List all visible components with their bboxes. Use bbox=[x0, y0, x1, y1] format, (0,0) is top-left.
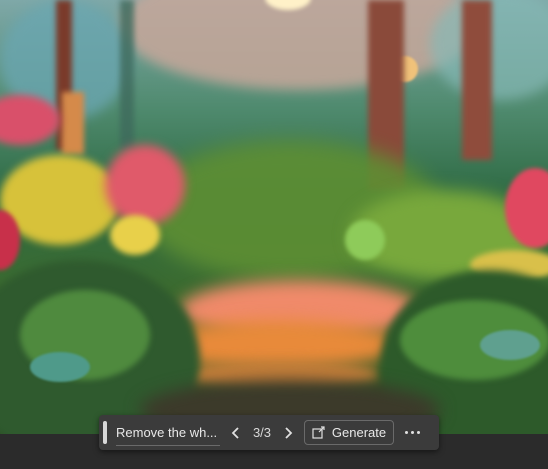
next-variation-button[interactable] bbox=[277, 420, 299, 446]
prompt-input[interactable]: Remove the wh... bbox=[116, 420, 220, 446]
contextual-taskbar: Remove the wh... 3/3 Generate bbox=[99, 415, 439, 450]
chevron-right-icon bbox=[285, 426, 293, 439]
generate-button[interactable]: Generate bbox=[304, 420, 394, 445]
previous-variation-button[interactable] bbox=[225, 420, 247, 446]
generate-label: Generate bbox=[331, 425, 387, 440]
chevron-left-icon bbox=[231, 426, 239, 439]
more-options-button[interactable] bbox=[399, 420, 425, 446]
drag-handle[interactable] bbox=[103, 421, 107, 444]
more-horizontal-icon bbox=[404, 431, 408, 434]
variation-counter: 3/3 bbox=[252, 425, 272, 440]
image-canvas[interactable] bbox=[0, 0, 548, 434]
generate-icon bbox=[312, 426, 325, 439]
